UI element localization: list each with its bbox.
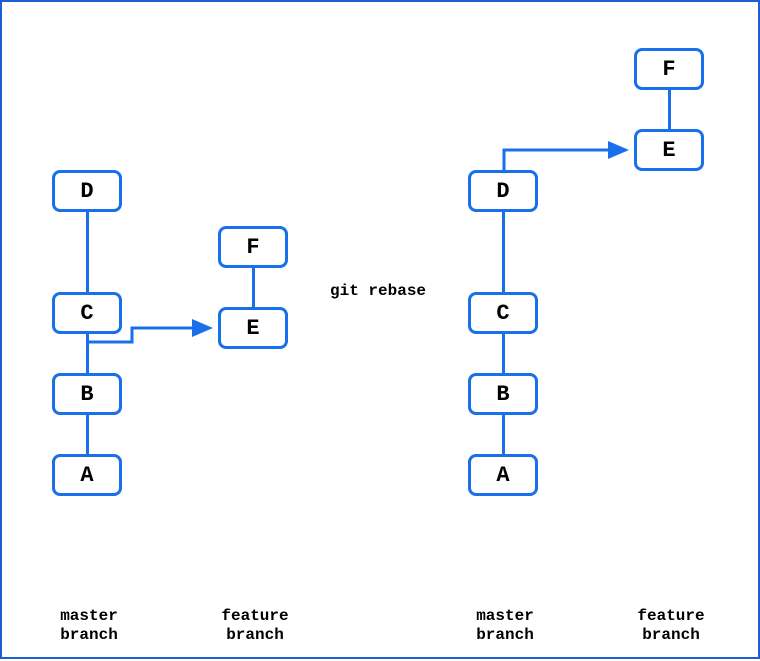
branch-arrow-right	[504, 150, 626, 170]
feature-branch-label-left: feature branch	[216, 607, 294, 645]
master-branch-label-right: master branch	[470, 607, 540, 645]
commit-label: C	[80, 301, 93, 326]
commit-A-left: A	[52, 454, 122, 496]
commit-label: B	[496, 382, 509, 407]
connector	[86, 334, 89, 373]
commit-E-left: E	[218, 307, 288, 349]
diagram-canvas: A B C D E F A B C D E F git rebase maste…	[0, 0, 760, 659]
master-branch-label-left: master branch	[54, 607, 124, 645]
commit-D-right: D	[468, 170, 538, 212]
commit-label: E	[662, 138, 675, 163]
commit-F-left: F	[218, 226, 288, 268]
commit-F-right: F	[634, 48, 704, 90]
connector	[502, 334, 505, 373]
commit-label: F	[246, 235, 259, 260]
connector	[86, 212, 89, 292]
commit-E-right: E	[634, 129, 704, 171]
connector	[252, 268, 255, 307]
commit-label: B	[80, 382, 93, 407]
commit-label: D	[80, 179, 93, 204]
commit-label: C	[496, 301, 509, 326]
commit-label: A	[496, 463, 509, 488]
connector	[86, 415, 89, 454]
commit-label: F	[662, 57, 675, 82]
commit-label: D	[496, 179, 509, 204]
commit-label: A	[80, 463, 93, 488]
commit-B-left: B	[52, 373, 122, 415]
commit-D-left: D	[52, 170, 122, 212]
connector	[502, 212, 505, 292]
commit-C-left: C	[52, 292, 122, 334]
connector	[668, 90, 671, 129]
rebase-label: git rebase	[330, 282, 426, 300]
commit-label: E	[246, 316, 259, 341]
commit-B-right: B	[468, 373, 538, 415]
commit-A-right: A	[468, 454, 538, 496]
feature-branch-label-right: feature branch	[632, 607, 710, 645]
connector	[502, 415, 505, 454]
commit-C-right: C	[468, 292, 538, 334]
